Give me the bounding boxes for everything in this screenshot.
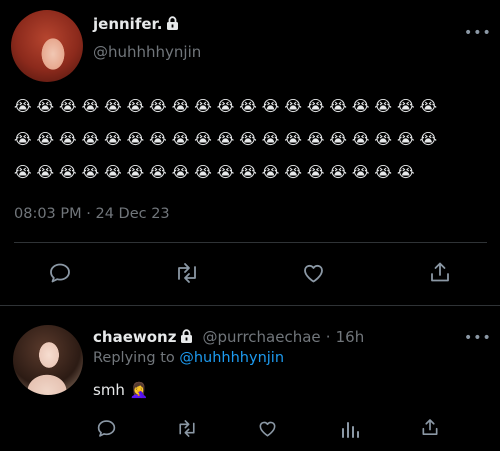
username[interactable]: @huhhhhynjin — [93, 43, 201, 61]
replying-to-handle[interactable]: @huhhhhynjin — [179, 350, 284, 366]
avatar[interactable] — [11, 10, 83, 82]
reply-separator: · — [325, 328, 331, 346]
reply-text: smh 🤦‍♀️ — [93, 381, 149, 399]
retweet-icon[interactable] — [176, 418, 198, 439]
tweet-text-line-3: 😭😭😭😭😭😭😭😭😭😭😭😭😭😭😭😭😭😭 — [14, 163, 420, 181]
replying-to: Replying to @huhhhhynjin — [93, 350, 284, 366]
share-icon[interactable] — [420, 417, 440, 438]
share-icon[interactable] — [428, 260, 452, 285]
tweet-timestamp[interactable]: 08:03 PM · 24 Dec 23 — [14, 206, 170, 222]
tweet-text-line-2: 😭😭😭😭😭😭😭😭😭😭😭😭😭😭😭😭😭😭😭 — [14, 130, 443, 148]
retweet-icon[interactable] — [174, 261, 200, 285]
lock-icon — [180, 328, 193, 347]
like-icon[interactable] — [257, 418, 278, 439]
reply-username[interactable]: @purrchaechae — [203, 328, 321, 346]
reply-display-name[interactable]: chaewonz — [93, 328, 176, 346]
lock-icon — [166, 15, 179, 34]
reply-avatar[interactable] — [13, 325, 83, 395]
author-line: jennifer. — [93, 14, 179, 34]
reply-icon[interactable] — [48, 261, 72, 285]
replying-to-label: Replying to — [93, 350, 175, 366]
reply-icon[interactable] — [96, 418, 117, 439]
more-options-icon[interactable]: ••• — [464, 330, 492, 346]
divider — [14, 242, 487, 243]
more-options-icon[interactable]: ••• — [464, 25, 492, 41]
divider — [0, 305, 500, 306]
views-icon[interactable] — [340, 418, 360, 439]
reply-age[interactable]: 16h — [336, 328, 365, 346]
like-icon[interactable] — [301, 261, 326, 285]
tweet-text-line-1: 😭😭😭😭😭😭😭😭😭😭😭😭😭😭😭😭😭😭😭 — [14, 97, 443, 115]
reply-author-line: chaewonz @purrchaechae · 16h — [93, 327, 364, 347]
display-name[interactable]: jennifer. — [93, 15, 162, 33]
